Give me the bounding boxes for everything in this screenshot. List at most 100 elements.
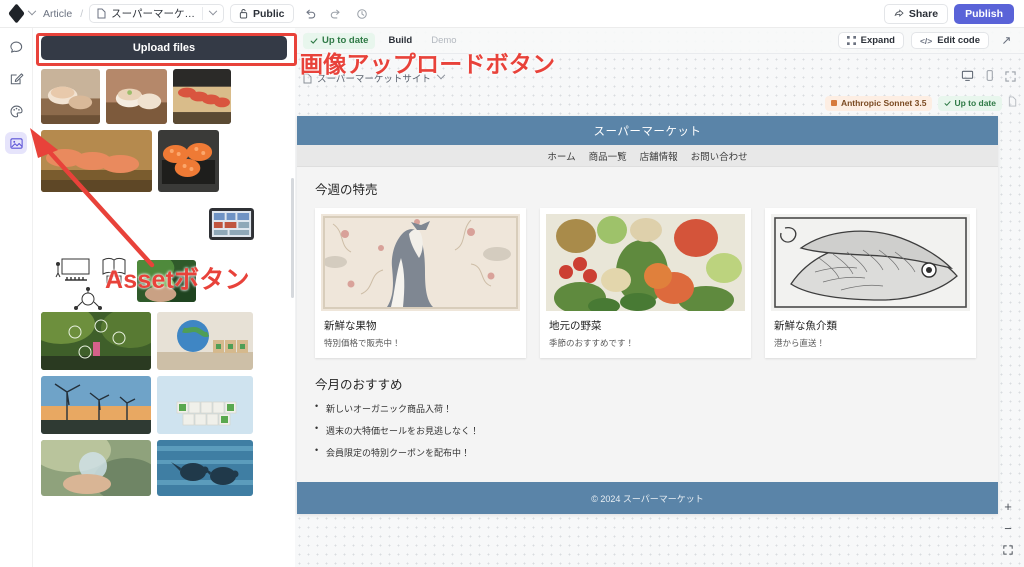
upload-files-button[interactable]: Upload files [41, 36, 287, 60]
zoom-fit-button[interactable] [1003, 544, 1013, 557]
chat-bubble-icon [9, 41, 22, 53]
sidebar-item-assets[interactable] [5, 132, 27, 154]
build-status-badge: Up to date [303, 32, 376, 49]
tablet-device-mockup-image [209, 208, 254, 240]
frame-bar: スーパーマーケットサイト [303, 68, 1016, 88]
carbon-neutral-blocks-image [157, 376, 253, 434]
document-name-label: スーパーマーケ… [111, 8, 196, 20]
diamond-logo-icon [8, 3, 25, 24]
asset-thumbnail[interactable] [41, 440, 151, 496]
sidebar-item-edit[interactable] [5, 68, 27, 90]
asset-thumbnail[interactable] [137, 260, 196, 302]
asset-grid-row [41, 440, 287, 496]
site-header: スーパーマーケット [297, 116, 998, 145]
asset-thumbnail[interactable] [41, 130, 152, 192]
breadcrumb-article[interactable]: Article [41, 8, 74, 20]
globe-with-eco-blocks-image [157, 312, 253, 370]
product-card[interactable]: 地元の野菜 季節のおすすめです！ [540, 208, 751, 358]
asset-thumbnail[interactable] [157, 440, 253, 496]
history-button[interactable] [352, 4, 372, 24]
nav-item-contact[interactable]: お問い合わせ [691, 149, 748, 163]
asset-grid-row [41, 312, 287, 370]
share-button[interactable]: Share [883, 3, 949, 24]
site-title: スーパーマーケット [593, 125, 702, 138]
asset-thumbnail[interactable] [53, 256, 93, 286]
product-card[interactable]: 新鮮な魚介類 港から直送！ [765, 208, 976, 358]
asset-thumbnail[interactable] [71, 286, 105, 314]
publish-button[interactable]: Publish [954, 3, 1014, 24]
file-icon [97, 8, 106, 19]
tab-build[interactable]: Build [382, 33, 418, 49]
nav-item-store-info[interactable]: 店舗情報 [640, 149, 678, 163]
unlock-icon [239, 9, 248, 19]
visibility-pill[interactable]: Public [230, 4, 294, 23]
asset-thumbnail[interactable] [158, 130, 219, 192]
nav-item-home[interactable]: ホーム [547, 149, 575, 163]
fullscreen-button[interactable] [996, 31, 1016, 51]
publish-label: Publish [965, 7, 1003, 20]
chevron-down-icon[interactable] [436, 70, 446, 80]
salmon-nigiri-row-image [41, 130, 152, 192]
model-status-bar: Anthropic Sonnet 3.5 Up to date [824, 94, 1018, 112]
model-badge: Anthropic Sonnet 3.5 [824, 95, 933, 111]
list-item: 新しいオーガニック商品入荷！ [315, 401, 980, 415]
vegetables-illustration-image [546, 214, 745, 311]
site-body: 今週の特売 新鮮な果物 特別価格で販売中！ 地元の野菜 季節のおすすめです！ 新… [297, 167, 998, 459]
tab-build-label: Build [388, 35, 413, 46]
device-toggle-group [961, 69, 1016, 87]
asset-thumbnail[interactable] [173, 69, 231, 124]
copy-button[interactable] [1008, 94, 1018, 112]
asset-thumbnail[interactable] [41, 376, 151, 434]
chevron-down-icon[interactable] [208, 6, 218, 15]
expand-icon [846, 36, 856, 45]
frame-name-label: スーパーマーケットサイト [317, 74, 431, 85]
asset-thumbnail[interactable] [99, 254, 129, 286]
asset-thumbnail[interactable] [41, 312, 151, 370]
asset-panel: Upload files [33, 28, 295, 567]
website-preview[interactable]: スーパーマーケット ホーム 商品一覧 店舗情報 お問い合わせ 今週の特売 新鮮な… [297, 116, 998, 514]
product-card-image [546, 214, 745, 311]
zoom-out-button[interactable]: − [1004, 522, 1012, 535]
zoom-in-button[interactable]: + [1004, 500, 1012, 513]
tab-demo[interactable]: Demo [425, 33, 462, 49]
desktop-icon [961, 70, 974, 81]
sea-turtles-swimming-image [157, 440, 253, 496]
app-logo-button[interactable] [8, 3, 37, 24]
product-card-image [321, 214, 520, 311]
product-card-desc: 港から直送！ [774, 338, 826, 348]
build-status-label: Up to date [322, 35, 369, 46]
model-label: Anthropic Sonnet 3.5 [840, 98, 927, 108]
sidebar-item-theme[interactable] [5, 100, 27, 122]
site-footer-text: © 2024 スーパーマーケット [591, 493, 704, 504]
product-card-image [771, 214, 970, 311]
product-card-title: 新鮮な魚介類 [774, 320, 837, 332]
left-icon-rail [0, 28, 33, 567]
undo-button[interactable] [300, 4, 320, 24]
asset-grid-row [41, 69, 287, 124]
asset-thumbnail[interactable] [106, 69, 167, 124]
edit-code-label: Edit code [937, 35, 980, 46]
edit-code-button[interactable]: </> Edit code [910, 32, 989, 49]
mobile-view-button[interactable] [983, 69, 996, 87]
history-icon [356, 8, 367, 19]
document-name-pill[interactable]: スーパーマーケ… [89, 4, 225, 23]
model-status-label: Up to date [954, 98, 996, 108]
product-card-text: 新鮮な果物 特別価格で販売中！ [315, 311, 526, 358]
expand-button[interactable]: Expand [837, 32, 904, 49]
asset-thumbnail[interactable] [209, 208, 254, 240]
file-icon [303, 73, 312, 83]
nav-item-products[interactable]: 商品一覧 [589, 149, 627, 163]
product-card-desc: 特別価格で販売中！ [324, 338, 401, 348]
asset-thumbnail[interactable] [157, 376, 253, 434]
desktop-view-button[interactable] [961, 69, 974, 87]
hand-holding-water-globe-image [41, 440, 151, 496]
asset-thumbnail[interactable] [41, 69, 100, 124]
asset-thumbnail[interactable] [157, 312, 253, 370]
product-card[interactable]: 新鮮な果物 特別価格で販売中！ [315, 208, 526, 358]
code-icon: </> [919, 35, 933, 46]
sidebar-item-chat[interactable] [5, 36, 27, 58]
asset-panel-scrollbar[interactable] [291, 178, 294, 298]
share-label: Share [908, 7, 939, 20]
fit-screen-button[interactable] [1005, 69, 1016, 87]
redo-button[interactable] [326, 4, 346, 24]
